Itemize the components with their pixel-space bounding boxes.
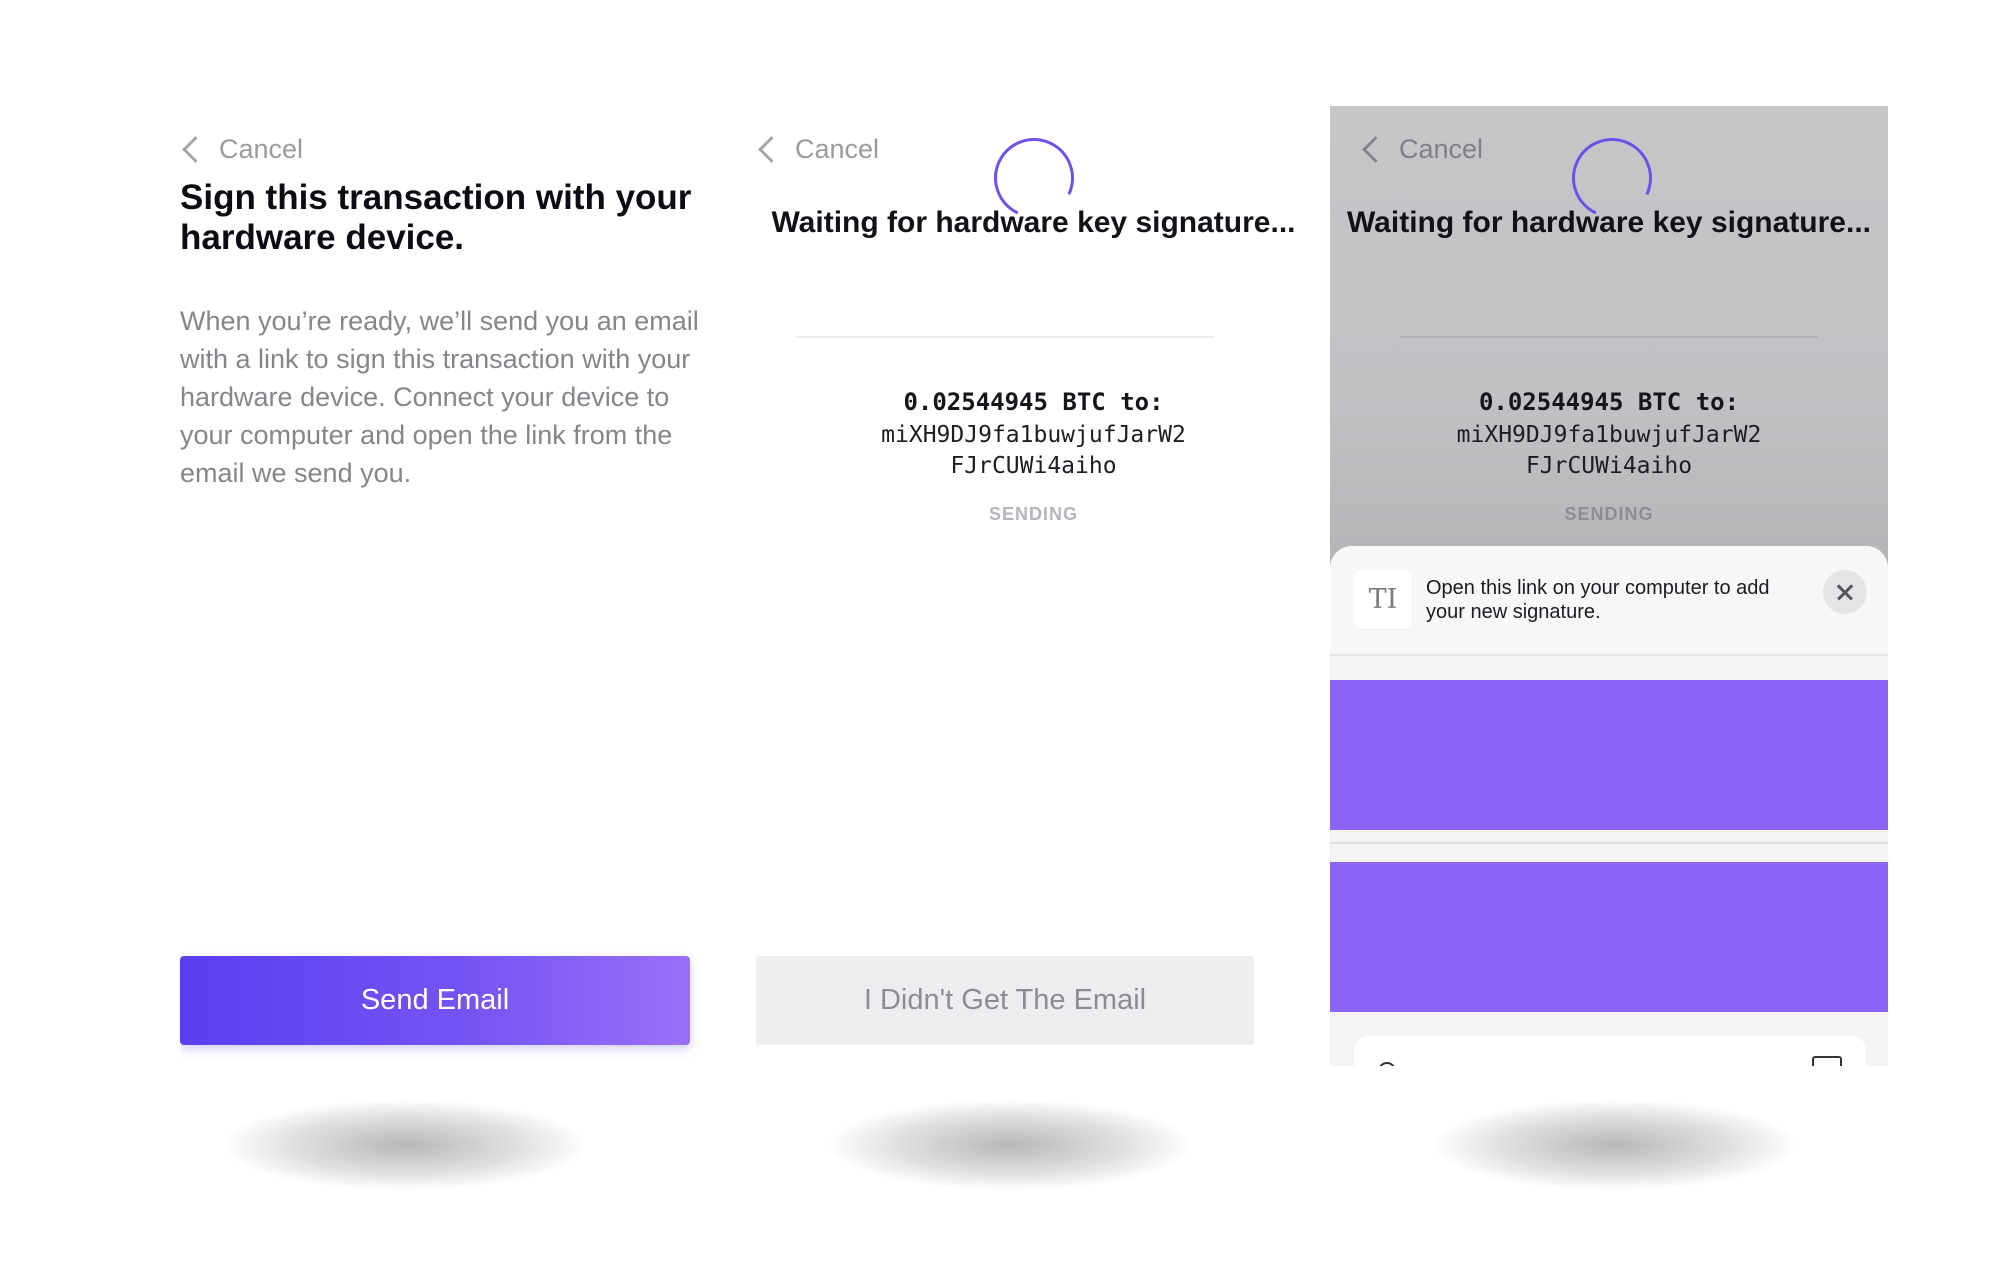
share-message: Open this link on your computer to add y…: [1426, 577, 1770, 623]
device-shadow: [225, 1100, 585, 1190]
action-icon: [1378, 1062, 1396, 1066]
chevron-left-icon: [758, 136, 785, 163]
divider: [1330, 842, 1888, 844]
screen-share-sheet: Cancel Waiting for hardware key signatur…: [1330, 106, 1888, 1066]
cancel-label: Cancel: [219, 134, 304, 164]
address-line-2: FJrCUWi4aiho: [1525, 453, 1693, 479]
screen-sign-transaction: Cancel Sign this transaction with your h…: [180, 106, 735, 1066]
copy-icon: [1812, 1056, 1842, 1066]
status-badge: SENDING: [1564, 504, 1654, 524]
device-shadow: [830, 1100, 1190, 1190]
amount-text: 0.02544945 BTC to:: [903, 388, 1164, 416]
page-title: Sign this transaction with your hardware…: [180, 178, 692, 257]
didnt-get-email-button[interactable]: I Didn't Get The Email: [756, 956, 1254, 1045]
share-app-row-1[interactable]: [1330, 680, 1888, 830]
status-badge: SENDING: [988, 504, 1078, 524]
waiting-title: Waiting for hardware key signature...: [1346, 206, 1871, 239]
destination-address: miXH9DJ9fa1buwjufJarW2 FJrCUWi4aiho: [756, 420, 1311, 482]
cancel-button[interactable]: Cancel: [1360, 134, 1483, 165]
cancel-button[interactable]: Cancel: [756, 134, 879, 165]
cancel-label: Cancel: [1399, 134, 1484, 164]
text-document-icon: TI: [1354, 570, 1412, 628]
chevron-left-icon: [182, 136, 209, 163]
address-line-1: miXH9DJ9fa1buwjufJarW2: [1456, 422, 1762, 448]
cancel-label: Cancel: [795, 134, 880, 164]
instructions-text: When you’re ready, we’ll send you an ema…: [180, 306, 699, 488]
send-email-button[interactable]: Send Email: [180, 956, 690, 1045]
screen-waiting-signature: Cancel Waiting for hardware key signatur…: [756, 106, 1311, 1066]
share-action-row[interactable]: [1354, 1036, 1866, 1066]
amount-text: 0.02544945 BTC to:: [1478, 388, 1740, 416]
close-button[interactable]: [1823, 570, 1867, 614]
waiting-title: Waiting for hardware key signature...: [771, 206, 1296, 239]
share-sheet-header: TI Open this link on your computer to ad…: [1330, 546, 1888, 656]
divider: [1400, 336, 1818, 338]
device-shadow: [1435, 1100, 1795, 1190]
share-sheet: TI Open this link on your computer to ad…: [1330, 546, 1888, 1066]
address-line-2: FJrCUWi4aiho: [950, 453, 1117, 479]
divider: [796, 336, 1214, 338]
address-line-1: miXH9DJ9fa1buwjufJarW2: [881, 422, 1186, 448]
cancel-button[interactable]: Cancel: [180, 134, 303, 165]
share-app-row-2[interactable]: [1330, 862, 1888, 1012]
destination-address: miXH9DJ9fa1buwjufJarW2 FJrCUWi4aiho: [1330, 420, 1888, 482]
chevron-left-icon: [1362, 136, 1389, 163]
